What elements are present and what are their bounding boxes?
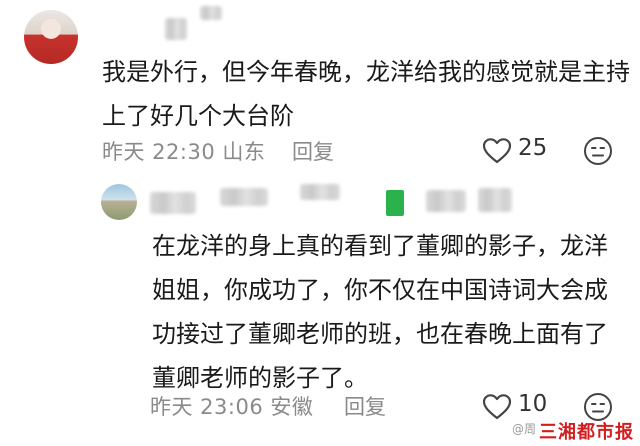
reply-meta: 昨天 23:06 安徽 <box>150 391 313 421</box>
comment-text: 我是外行，但今年春晚，龙洋给我的感觉就是主持上了好几个大台阶 <box>102 58 630 130</box>
reply-time: 昨天 23:06 <box>150 395 264 419</box>
reply-like-count: 10 <box>518 391 548 417</box>
reply-location: 安徽 <box>270 395 314 419</box>
comment-location: 山东 <box>222 140 266 164</box>
commenter-avatar[interactable] <box>24 10 78 64</box>
reply-target-name-blurred <box>478 188 512 212</box>
reply-text: 在龙洋的身上真的看到了董卿的影子，龙洋姐姐，你成功了，你不仅在中国诗词大会成功接… <box>152 232 608 392</box>
reply-reply-button[interactable]: 回复 <box>344 391 386 421</box>
commenter-name-blurred[interactable] <box>165 18 187 40</box>
replier-name-blurred <box>300 184 340 200</box>
replier-name-blurred[interactable] <box>150 192 196 214</box>
replier-avatar[interactable] <box>101 184 137 220</box>
brand-watermark: 三湘都市报 <box>539 422 634 443</box>
reply-arrow-icon <box>386 190 404 216</box>
meh-face-icon[interactable] <box>583 136 613 166</box>
heart-outline-icon[interactable] <box>482 137 512 165</box>
heart-outline-icon[interactable] <box>482 393 512 421</box>
comment-time: 昨天 22:30 <box>102 140 216 164</box>
replier-name-blurred <box>220 188 268 206</box>
comment-meta: 昨天 22:30 山东 <box>102 136 265 166</box>
comment-like-count: 25 <box>518 135 548 161</box>
commenter-badge-blurred <box>200 6 222 20</box>
comment-reply-button[interactable]: 回复 <box>292 136 334 166</box>
reply-target-name-blurred <box>426 190 466 212</box>
weibo-watermark: @周 <box>512 422 537 436</box>
